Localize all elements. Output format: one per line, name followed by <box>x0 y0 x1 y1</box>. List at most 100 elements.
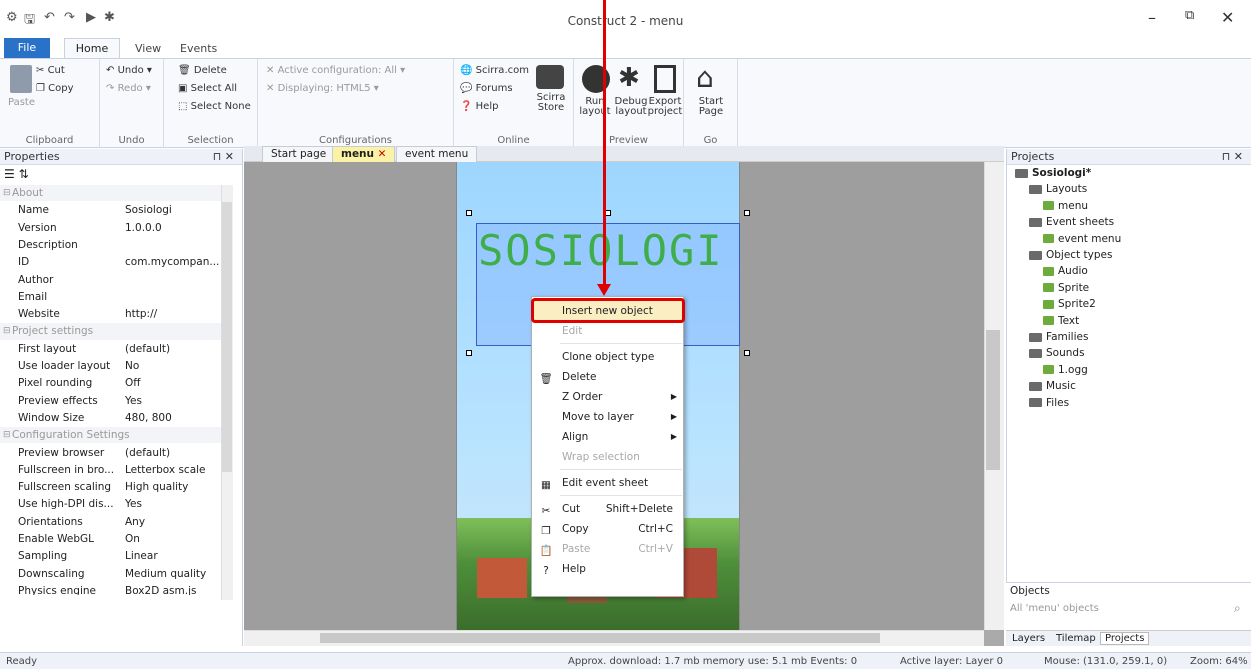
paste-icon[interactable] <box>10 65 32 93</box>
maximize-icon[interactable]: ⧉ <box>1185 8 1194 23</box>
tab-menu[interactable]: menu ✕ <box>332 146 396 162</box>
property-value[interactable]: Letterbox scale <box>125 462 231 478</box>
property-row[interactable]: Pixel rounding Off <box>0 375 233 391</box>
property-section[interactable]: About ⊟ <box>0 185 233 202</box>
property-value[interactable]: com.mycompan... <box>125 254 231 270</box>
property-row[interactable]: Use high-DPI dis... Yes <box>0 496 233 512</box>
collapse-icon[interactable]: ⊟ <box>3 185 11 201</box>
property-row[interactable]: Enable WebGL On <box>0 531 233 547</box>
help-link[interactable]: ❓ Help <box>460 101 498 112</box>
tree-node[interactable]: event menu <box>1043 233 1121 245</box>
property-row[interactable]: Website http:// <box>0 306 233 322</box>
objects-search-icon[interactable]: ⌕ <box>1234 601 1241 616</box>
property-value[interactable]: Sosiologi <box>125 202 231 218</box>
property-row[interactable]: Version 1.0.0.0 <box>0 220 233 236</box>
property-row[interactable]: Author <box>0 272 233 288</box>
tree-node[interactable]: Sprite2 <box>1043 298 1096 310</box>
cut-button[interactable]: ✂ Cut <box>36 65 65 76</box>
tab-projects[interactable]: Projects <box>1100 632 1150 645</box>
property-value[interactable]: Yes <box>125 393 231 409</box>
resize-handle[interactable] <box>466 350 472 356</box>
undo-button[interactable]: ↶ Undo ▾ <box>106 65 152 76</box>
tree-node[interactable]: Sprite <box>1043 282 1089 294</box>
pin-close-icon[interactable]: ⊓ ✕ <box>213 149 234 165</box>
tab-start-page[interactable]: Start page <box>262 146 336 162</box>
property-row[interactable]: Orientations Any <box>0 514 233 530</box>
property-value[interactable]: Linear <box>125 548 231 564</box>
menu-item[interactable]: Align ▶ <box>532 427 683 447</box>
property-value[interactable]: (default) <box>125 445 231 461</box>
property-row[interactable]: Email <box>0 289 233 305</box>
property-row[interactable]: Description <box>0 237 233 253</box>
tab-tilemap[interactable]: Tilemap <box>1056 633 1096 644</box>
resize-handle[interactable] <box>744 350 750 356</box>
tree-node[interactable]: Sounds <box>1029 347 1085 359</box>
property-value[interactable]: High quality <box>125 479 231 495</box>
canvas-title-text[interactable]: SOSIOLOGI <box>478 226 724 275</box>
tree-node[interactable]: Event sheets <box>1029 216 1114 228</box>
tree-node[interactable]: Music <box>1029 380 1076 392</box>
tree-node[interactable]: Text <box>1043 315 1079 327</box>
copy-button[interactable]: ❐ Copy <box>36 83 74 94</box>
horizontal-scroll-thumb[interactable] <box>320 633 880 643</box>
paste-button[interactable]: Paste <box>8 97 35 108</box>
menu-item[interactable]: 📋 Paste Ctrl+V <box>532 539 683 559</box>
select-all-button[interactable]: ▣ Select All <box>178 83 237 94</box>
property-row[interactable]: Physics engine Box2D asm.js <box>0 583 233 595</box>
minimize-icon[interactable]: – <box>1148 8 1156 27</box>
close-icon[interactable]: ✕ <box>1221 8 1234 27</box>
property-row[interactable]: Downscaling Medium quality <box>0 566 233 582</box>
vertical-scroll-thumb[interactable] <box>986 330 1000 470</box>
property-row[interactable]: First layout (default) <box>0 341 233 357</box>
tab-event-menu[interactable]: event menu <box>396 146 478 162</box>
property-value[interactable]: On <box>125 531 231 547</box>
collapse-icon[interactable]: ⊟ <box>3 323 11 339</box>
select-none-button[interactable]: ⬚ Select None <box>178 101 251 112</box>
menu-item[interactable]: ❐ Copy Ctrl+C <box>532 519 683 539</box>
property-value[interactable]: Medium quality <box>125 566 231 582</box>
export-icon[interactable] <box>654 65 676 93</box>
debug-layout-button[interactable]: Debug layout <box>612 97 650 117</box>
scirra-link[interactable]: 🌐 Scirra.com <box>460 65 529 76</box>
property-value[interactable]: (default) <box>125 341 231 357</box>
tab-file[interactable]: File <box>4 38 50 58</box>
tree-node[interactable]: Object types <box>1029 249 1112 261</box>
menu-item[interactable]: Edit <box>532 321 683 341</box>
displaying-dropdown[interactable]: ✕ Displaying: HTML5 ▾ <box>266 83 379 94</box>
property-row[interactable]: Preview effects Yes <box>0 393 233 409</box>
menu-item[interactable]: ? Help <box>532 559 683 579</box>
property-row[interactable]: Fullscreen scaling High quality <box>0 479 233 495</box>
resize-handle[interactable] <box>466 210 472 216</box>
menu-item[interactable]: Z Order ▶ <box>532 387 683 407</box>
property-row[interactable]: Window Size 480, 800 <box>0 410 233 426</box>
menu-item[interactable]: ✂ Cut Shift+Delete <box>532 499 683 519</box>
tab-view[interactable]: View <box>135 42 161 55</box>
property-value[interactable]: Box2D asm.js <box>125 583 231 595</box>
menu-item[interactable]: Move to layer ▶ <box>532 407 683 427</box>
redo-button[interactable]: ↷ Redo ▾ <box>106 83 151 94</box>
property-value[interactable]: No <box>125 358 231 374</box>
property-row[interactable]: Use loader layout No <box>0 358 233 374</box>
tree-node[interactable]: menu <box>1043 200 1088 212</box>
menu-item[interactable]: 🗑 Delete <box>532 367 683 387</box>
property-row[interactable]: Name Sosiologi <box>0 202 233 218</box>
property-row[interactable]: Sampling Linear <box>0 548 233 564</box>
tree-node[interactable]: Sosiologi* <box>1015 167 1091 179</box>
property-row[interactable]: Preview browser (default) <box>0 445 233 461</box>
delete-button[interactable]: 🗑 Delete <box>178 65 227 76</box>
property-row[interactable]: Fullscreen in bro... Letterbox scale <box>0 462 233 478</box>
properties-scroll-thumb[interactable] <box>222 202 232 472</box>
menu-item[interactable]: Wrap selection <box>532 447 683 467</box>
start-page-button[interactable]: Start Page <box>694 97 728 117</box>
tab-close-icon[interactable]: ✕ <box>378 148 387 160</box>
export-button[interactable]: Export project <box>646 97 684 117</box>
objects-filter-input[interactable]: All 'menu' objects <box>1010 603 1230 614</box>
menu-item[interactable]: ▦ Edit event sheet <box>532 473 683 493</box>
active-config-dropdown[interactable]: ✕ Active configuration: All ▾ <box>266 65 405 76</box>
tab-events[interactable]: Events <box>180 42 217 55</box>
property-section[interactable]: Project settings ⊟ <box>0 323 233 340</box>
tree-node[interactable]: Layouts <box>1029 183 1087 195</box>
property-value[interactable]: 1.0.0.0 <box>125 220 231 236</box>
tree-node[interactable]: Families <box>1029 331 1088 343</box>
collapse-icon[interactable]: ⊟ <box>3 427 11 443</box>
